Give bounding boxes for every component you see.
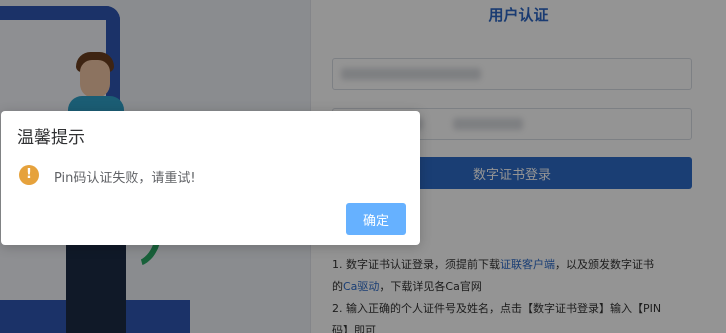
dialog-title: 温馨提示 (17, 128, 85, 148)
warning-icon: ! (19, 165, 39, 185)
dialog-message: Pin码认证失败，请重试! (54, 171, 196, 186)
confirm-button[interactable]: 确定 (346, 203, 406, 235)
alert-dialog: 温馨提示 ! Pin码认证失败，请重试! 确定 (1, 111, 420, 245)
